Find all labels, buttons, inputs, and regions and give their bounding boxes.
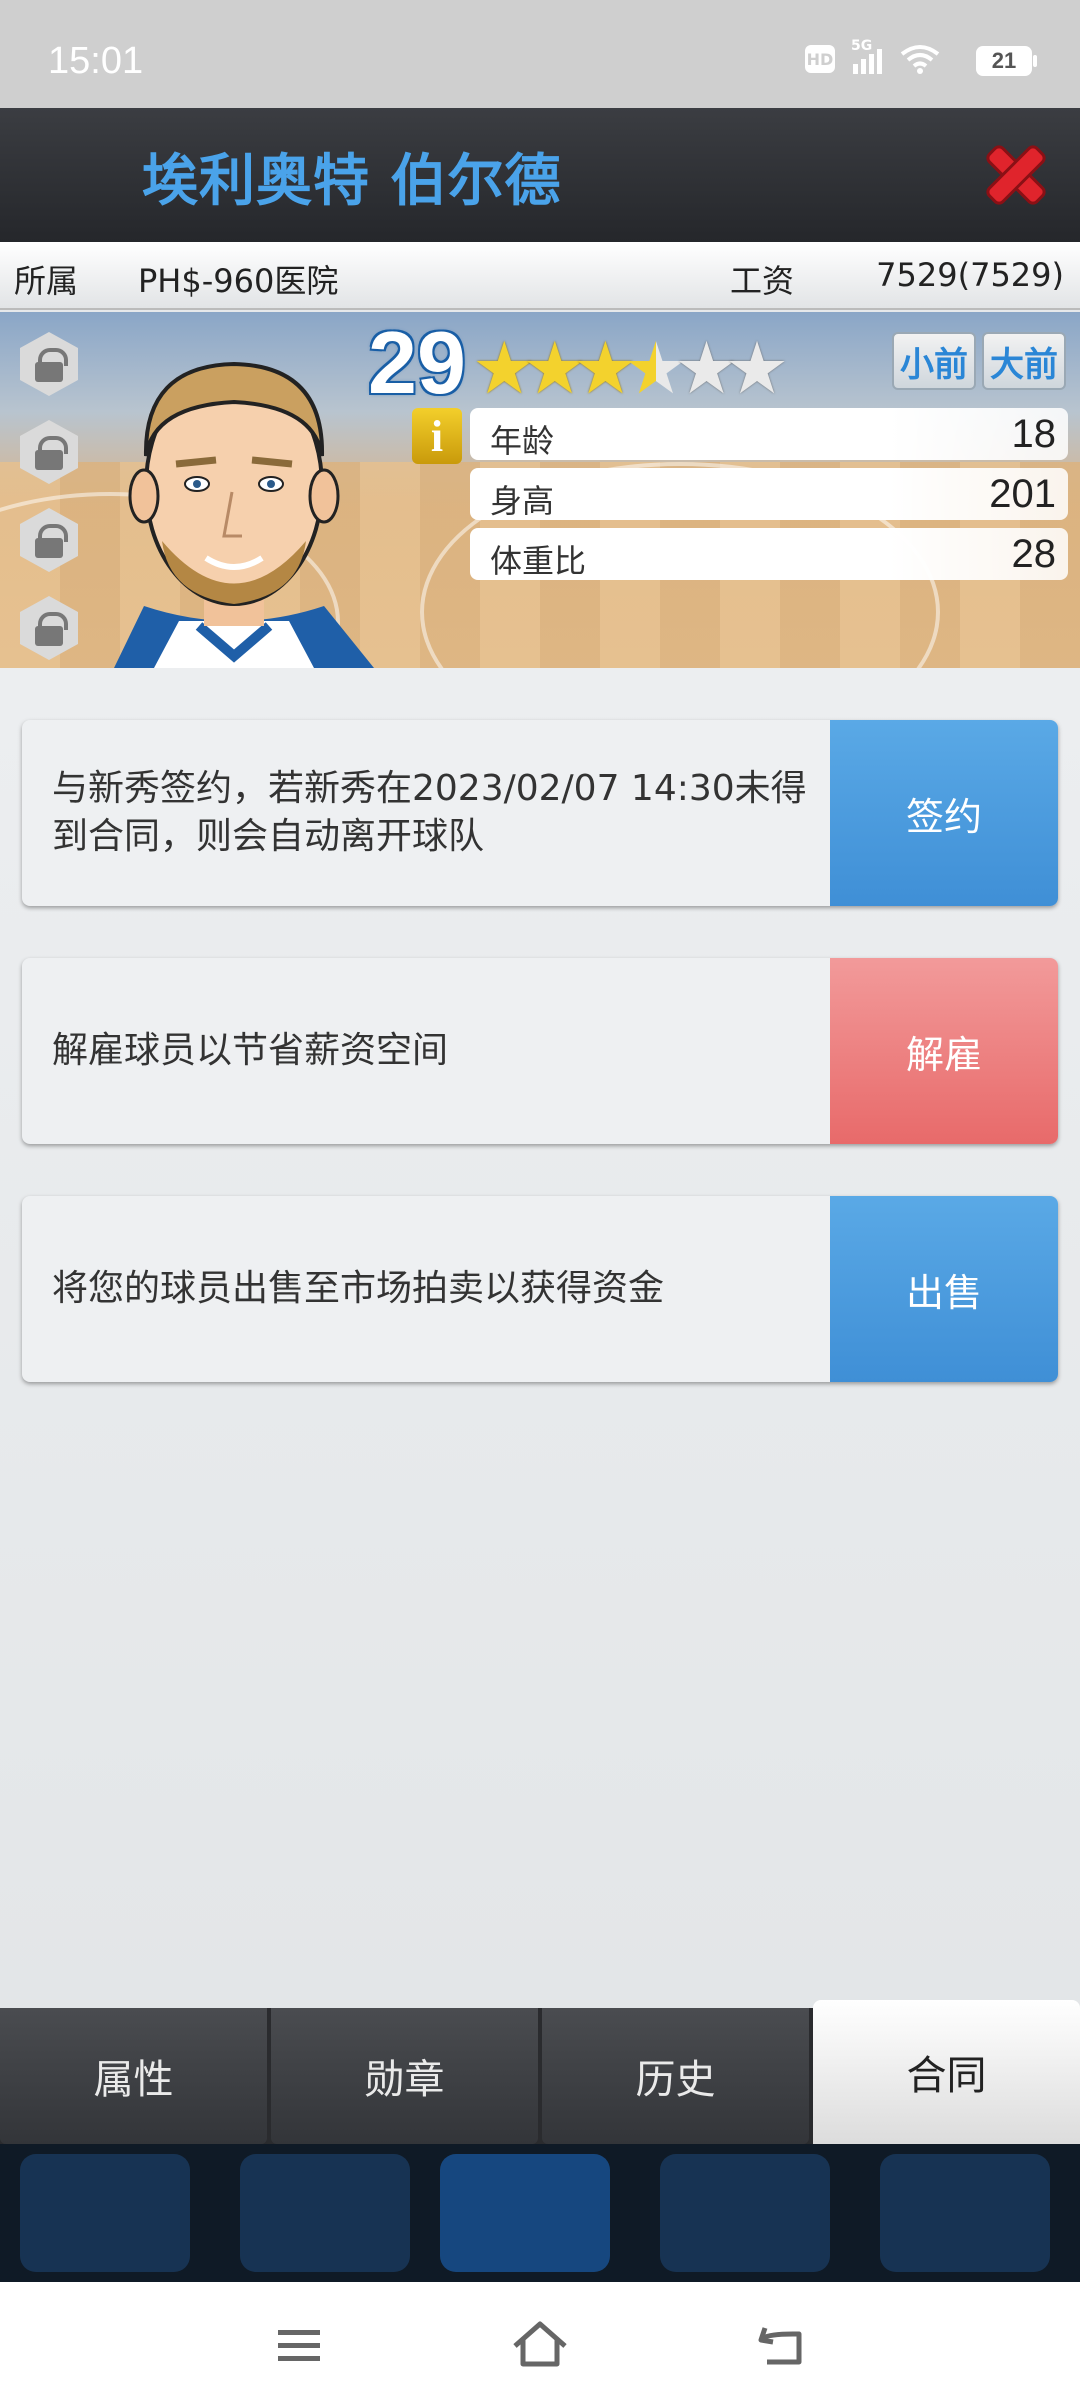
badge-slots — [20, 332, 78, 660]
lock-icon[interactable] — [20, 596, 78, 660]
star-empty-icon: ★ — [724, 326, 790, 410]
back-icon[interactable] — [745, 2310, 815, 2380]
tab-contract[interactable]: 合同 — [813, 2000, 1080, 2144]
network-type: 5G — [851, 38, 873, 54]
stat-value: 201 — [989, 472, 1056, 516]
lock-icon[interactable] — [20, 420, 78, 484]
position-tag: 大前 — [982, 332, 1066, 390]
sign-button[interactable]: 签约 — [830, 720, 1058, 906]
tab-badges[interactable]: 勋章 — [271, 2008, 538, 2144]
player-avatar — [114, 361, 374, 668]
release-button[interactable]: 解雇 — [830, 958, 1058, 1144]
menu-item-icon — [440, 2154, 610, 2272]
star-rating: ★ ★ ★ ★ ★ ★ — [472, 332, 789, 404]
salary-label: 工资 — [730, 262, 795, 300]
stat-label: 体重比 — [490, 542, 587, 580]
status-icons: HD 5G — [805, 38, 940, 74]
stat-label: 身高 — [490, 482, 555, 520]
info-icon[interactable]: i — [412, 408, 462, 464]
action-card-sign: 与新秀签约，若新秀在2023/02/07 14:30未得到合同，则会自动离开球队… — [22, 720, 1058, 906]
stat-row-weight-ratio: 体重比 28 — [470, 528, 1068, 580]
player-card: 29 ★ ★ ★ ★ ★ ★ 小前 大前 i 年龄 18 身高 201 体重比 28 — [0, 312, 1080, 668]
stat-value: 18 — [1011, 412, 1057, 456]
battery-icon: 21 — [976, 46, 1037, 76]
action-card-release: 解雇球员以节省薪资空间 解雇 — [22, 958, 1058, 1144]
salary-value: 7529(7529) — [876, 256, 1064, 294]
wifi-icon — [900, 45, 940, 74]
team-value: PH$-960医院 — [138, 262, 339, 300]
menu-item-icon — [20, 2154, 190, 2272]
close-button[interactable] — [980, 138, 1052, 210]
action-description: 与新秀签约，若新秀在2023/02/07 14:30未得到合同，则会自动离开球队 — [52, 768, 807, 857]
position-tag: 小前 — [892, 332, 976, 390]
stat-value: 28 — [1011, 532, 1057, 576]
position-tags: 小前 大前 — [892, 332, 1066, 390]
status-time: 15:01 — [48, 40, 144, 82]
contract-panel: 与新秀签约，若新秀在2023/02/07 14:30未得到合同，则会自动离开球队… — [0, 668, 1080, 2008]
sell-button[interactable]: 出售 — [830, 1196, 1058, 1382]
menu-item-icon — [660, 2154, 830, 2272]
stat-row-height: 身高 201 — [470, 468, 1068, 520]
tab-history[interactable]: 历史 — [542, 2008, 809, 2144]
menu-item-icon — [880, 2154, 1050, 2272]
action-description: 将您的球员出售至市场拍卖以获得资金 — [52, 1268, 665, 1309]
info-row: 所属 PH$-960医院 工资 7529(7529) — [0, 242, 1080, 310]
team-label: 所属 — [14, 262, 79, 300]
lock-icon[interactable] — [20, 332, 78, 396]
status-bar: 15:01 HD 5G 21 — [0, 0, 1080, 108]
signal-icon: 5G — [851, 38, 882, 74]
home-icon[interactable] — [505, 2310, 575, 2380]
stat-row-age: 年龄 18 — [470, 408, 1068, 460]
action-description: 解雇球员以节省薪资空间 — [52, 1030, 449, 1071]
player-name: 埃利奥特 伯尔德 — [142, 149, 562, 214]
player-rating: 29 — [368, 313, 466, 412]
action-card-sell: 将您的球员出售至市场拍卖以获得资金 出售 — [22, 1196, 1058, 1382]
navigation-bar — [0, 2282, 1080, 2408]
menu-icon[interactable] — [264, 2310, 334, 2380]
lock-icon[interactable] — [20, 508, 78, 572]
game-menu-strip — [0, 2144, 1080, 2282]
title-bar: 埃利奥特 伯尔德 — [0, 108, 1080, 242]
stat-label: 年龄 — [490, 422, 555, 460]
hd-icon: HD — [805, 45, 835, 73]
menu-item-icon — [240, 2154, 410, 2272]
tab-attributes[interactable]: 属性 — [0, 2008, 267, 2144]
tab-bar: 属性 勋章 历史 合同 — [0, 2000, 1080, 2144]
